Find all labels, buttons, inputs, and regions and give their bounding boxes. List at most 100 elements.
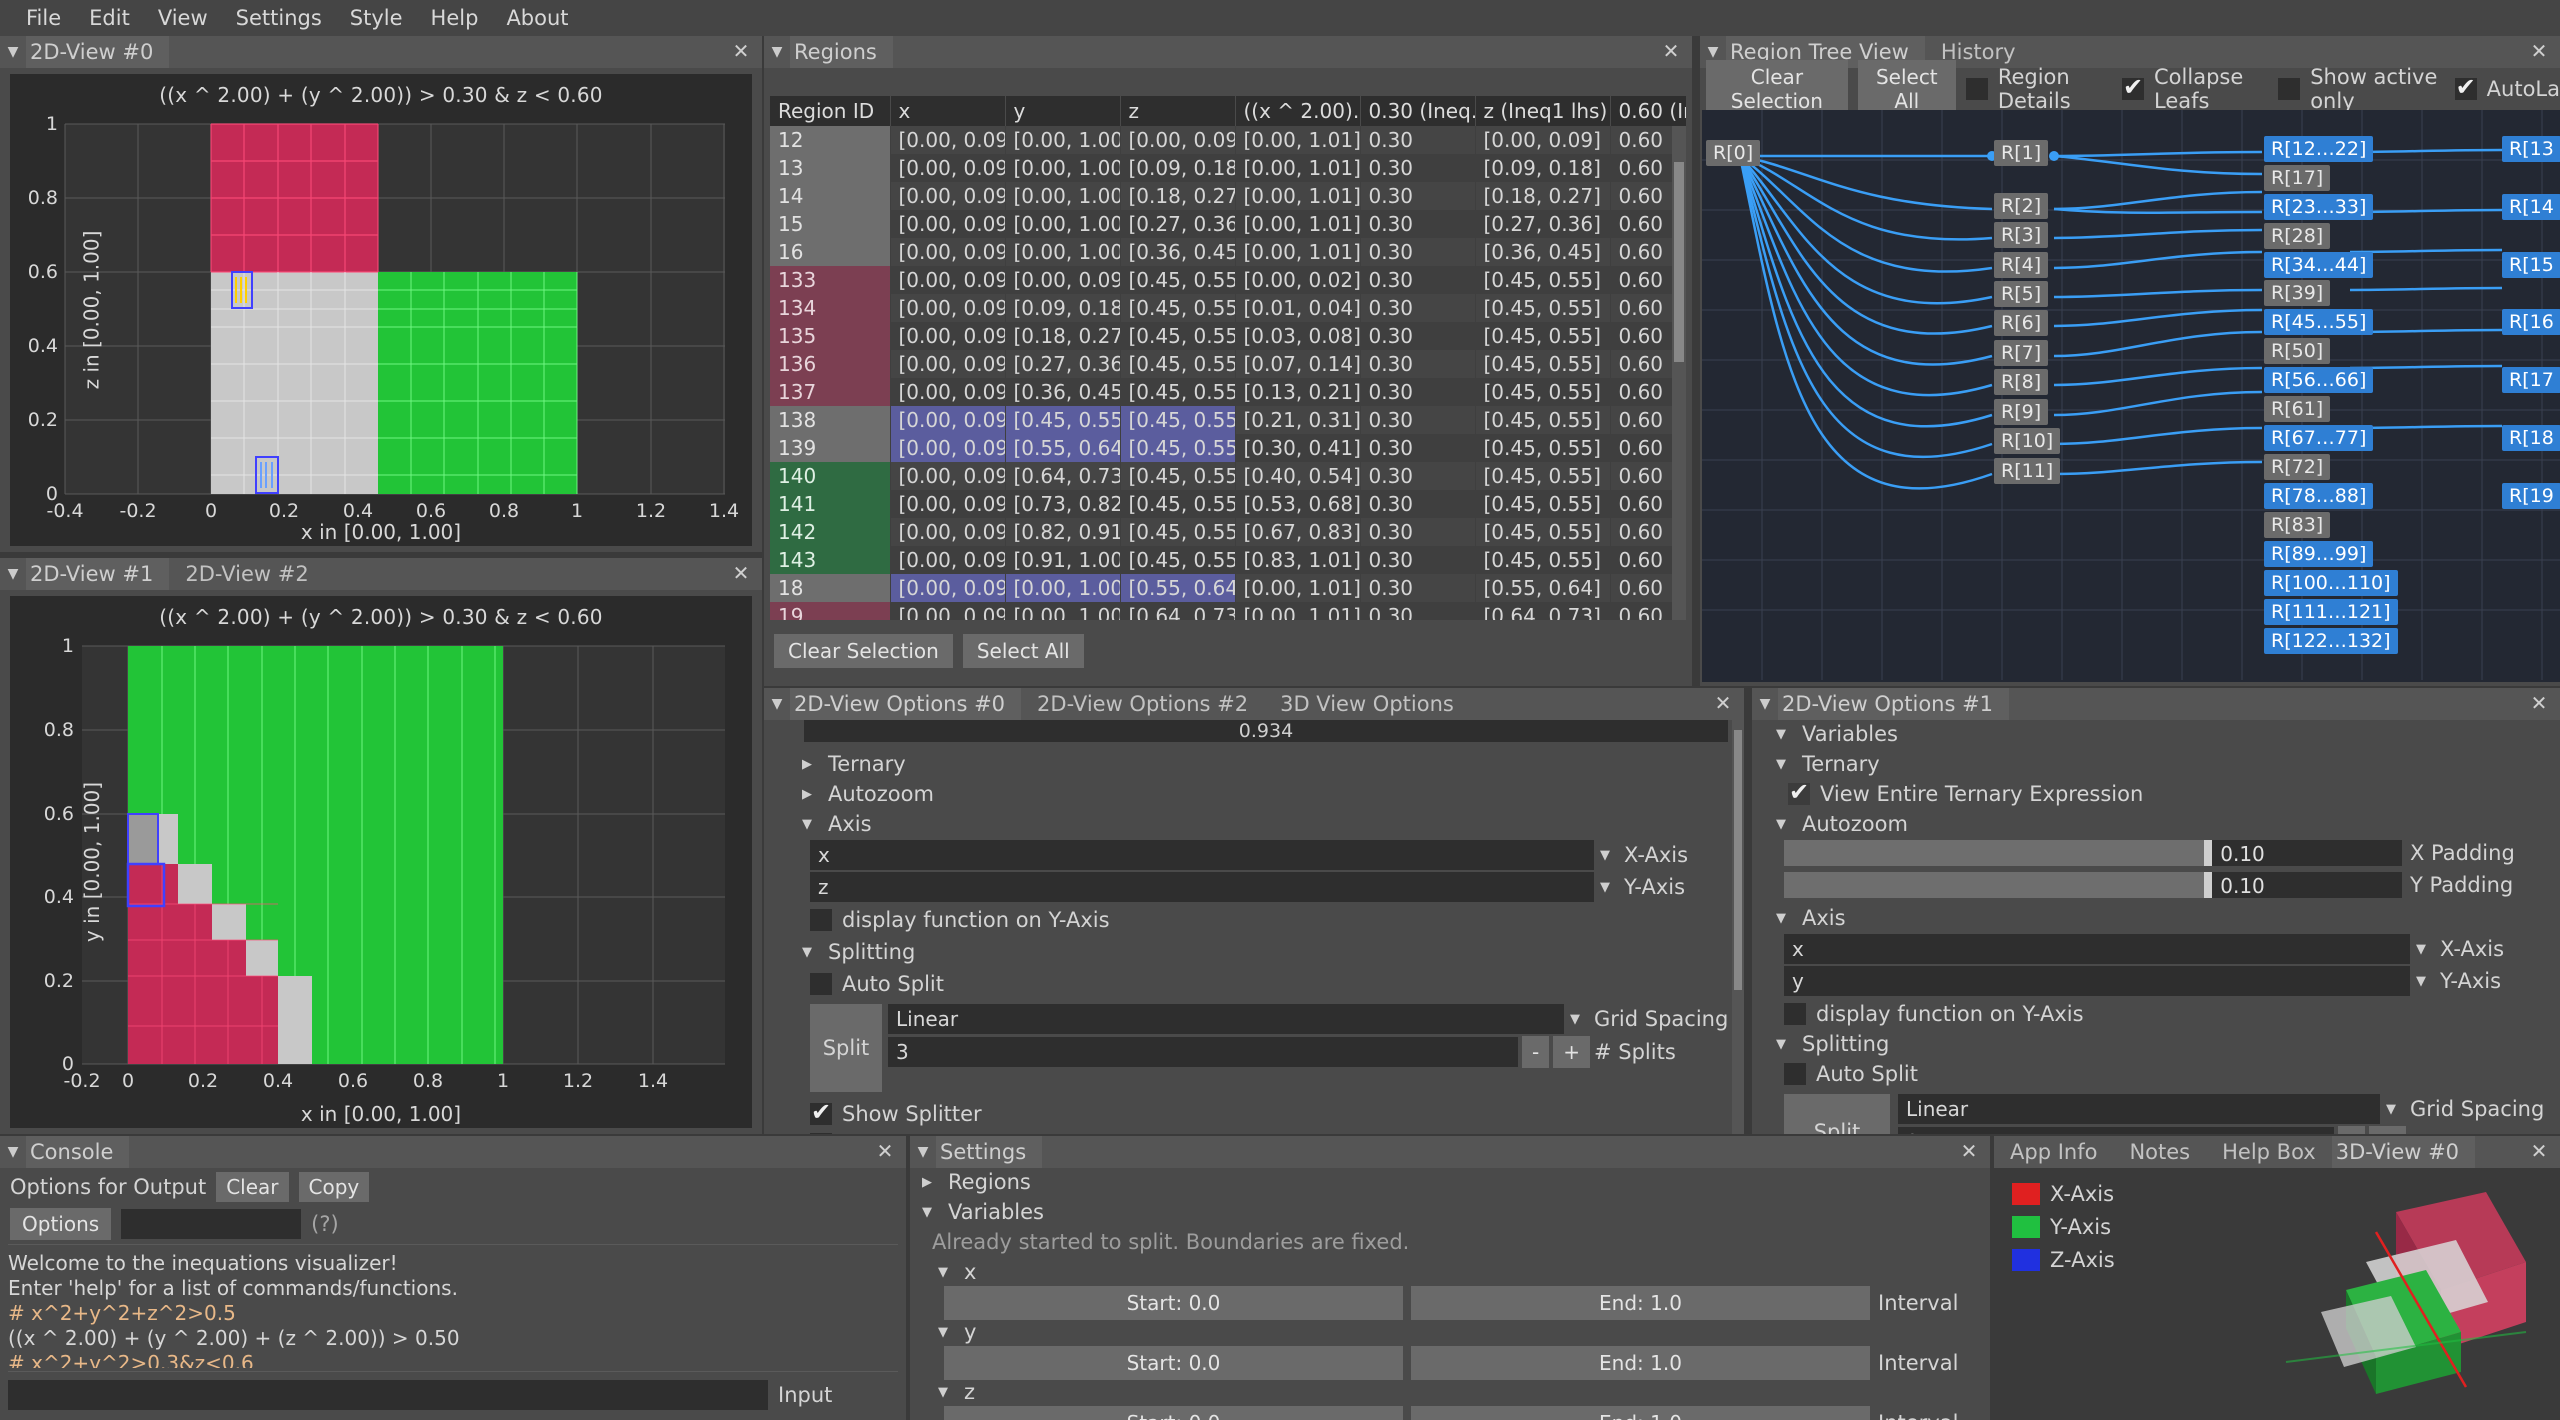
table-row[interactable]: 19 [0.00, 0.09] [0.00, 1.00] [0.64, 0.73] [0… xyxy=(770,602,1686,620)
cell[interactable]: 0.30 xyxy=(1360,602,1476,620)
cell[interactable]: [0.00, 0.09] xyxy=(890,126,1006,154)
chevron-down-icon[interactable]: ▼ xyxy=(2386,1102,2404,1117)
cell[interactable]: [0.00, 1.00] xyxy=(1005,602,1121,620)
variables-group[interactable]: ▼ Variables xyxy=(1776,722,1898,746)
cell[interactable]: [0.82, 0.91] xyxy=(1005,518,1121,546)
cell[interactable]: [0.73, 0.82] xyxy=(1005,490,1121,518)
cell-region-id[interactable]: 134 xyxy=(770,294,891,322)
tab-2d-view-1[interactable]: 2D-View #1 xyxy=(26,558,170,590)
table-row[interactable]: 18 [0.00, 0.09] [0.00, 1.00] [0.55, 0.64] [0… xyxy=(770,574,1686,602)
menu-file[interactable]: File xyxy=(12,2,75,34)
cell[interactable]: [0.55, 0.64] xyxy=(1475,574,1611,602)
col-ineq0-rhs[interactable]: 0.30 (Ineq… xyxy=(1360,96,1476,126)
cell[interactable]: [0.13, 0.21] xyxy=(1235,378,1361,406)
var-x-start-field[interactable]: Start: 0.0 xyxy=(944,1286,1403,1320)
cell[interactable]: [0.09, 0.18] xyxy=(1475,154,1611,182)
menu-settings[interactable]: Settings xyxy=(222,2,336,34)
cell[interactable]: [0.00, 0.09] xyxy=(890,406,1006,434)
console-options-button[interactable]: Options xyxy=(10,1208,112,1240)
console-options-input[interactable] xyxy=(121,1209,302,1239)
cell[interactable]: [0.00, 0.09] xyxy=(890,574,1006,602)
auto-split-checkbox[interactable] xyxy=(1784,1063,1806,1085)
cell[interactable]: [0.00, 1.00] xyxy=(1005,126,1121,154)
tree-node-selected[interactable]: R[56…66] xyxy=(2264,367,2374,393)
display-function-checkbox[interactable] xyxy=(1784,1003,1806,1025)
cell-region-id[interactable]: 15 xyxy=(770,210,891,238)
cell[interactable]: [0.45, 0.55] xyxy=(1005,406,1121,434)
var-z-end-field[interactable]: End: 1.0 xyxy=(1411,1406,1870,1420)
cell[interactable]: [0.00, 1.00] xyxy=(1005,182,1121,210)
dock-arrow-icon[interactable]: ▼ xyxy=(0,1144,26,1160)
cell[interactable]: [0.45, 0.55] xyxy=(1120,490,1236,518)
tree-node[interactable]: R[83] xyxy=(2264,512,2331,538)
x-padding-slider-handle[interactable] xyxy=(2204,840,2213,866)
col-region-id[interactable]: Region ID xyxy=(770,96,891,126)
cell[interactable]: [0.18, 0.27] xyxy=(1475,182,1611,210)
tree-node-selected[interactable]: R[12…22] xyxy=(2264,136,2374,162)
tree-node[interactable]: R[9] xyxy=(1994,399,2049,425)
cell[interactable]: [0.55, 0.64] xyxy=(1005,434,1121,462)
col-x[interactable]: x xyxy=(890,96,1006,126)
y-axis-input[interactable] xyxy=(810,872,1594,902)
tree-node[interactable]: R[72] xyxy=(2264,454,2331,480)
close-icon[interactable]: ✕ xyxy=(730,40,752,62)
cell[interactable]: [0.00, 0.02] xyxy=(1235,266,1361,294)
tree-node-root[interactable]: R[0] xyxy=(1706,140,1761,166)
console-input[interactable] xyxy=(8,1380,768,1410)
tree-node[interactable]: R[8] xyxy=(1994,369,2049,395)
x-axis-input[interactable] xyxy=(810,840,1594,870)
cell[interactable]: [0.00, 0.09] xyxy=(890,490,1006,518)
tab-app-info[interactable]: App Info xyxy=(1994,1136,2113,1168)
table-row[interactable]: 143 [0.00, 0.09] [0.91, 1.00] [0.45, 0.55][… xyxy=(770,546,1686,574)
tree-node[interactable]: R[6] xyxy=(1994,310,2049,336)
splits-decrement-button[interactable]: - xyxy=(1522,1036,1550,1068)
cell-region-id[interactable]: 136 xyxy=(770,350,891,378)
cell-region-id[interactable]: 12 xyxy=(770,126,891,154)
settings-regions-group[interactable]: ▶ Regions xyxy=(922,1170,1031,1194)
cell[interactable]: [0.21, 0.31] xyxy=(1235,406,1361,434)
cell[interactable]: [0.36, 0.45] xyxy=(1120,238,1236,266)
cell-region-id[interactable]: 141 xyxy=(770,490,891,518)
var-x-group[interactable]: ▼ x xyxy=(938,1260,976,1284)
cell[interactable]: [0.00, 0.09] xyxy=(890,294,1006,322)
cell[interactable]: [0.45, 0.55] xyxy=(1120,266,1236,294)
tab-2d-view-options-0[interactable]: 2D-View Options #0 xyxy=(790,688,1022,720)
tree-node-selected[interactable]: R[13 xyxy=(2502,136,2560,162)
cell[interactable]: 0.30 xyxy=(1360,378,1476,406)
cell[interactable]: [0.00, 0.09] xyxy=(890,210,1006,238)
tree-node[interactable]: R[28] xyxy=(2264,223,2331,249)
autozoom-group[interactable]: ▶ Autozoom xyxy=(802,782,934,806)
table-row[interactable]: 14 [0.00, 0.09] [0.00, 1.00] [0.18, 0.27] [0… xyxy=(770,182,1686,210)
tree-node-selected[interactable]: R[34…44] xyxy=(2264,252,2374,278)
grid-spacing-select[interactable] xyxy=(1898,1094,2380,1124)
tree-node[interactable]: R[3] xyxy=(1994,222,2049,248)
console-clear-button[interactable]: Clear xyxy=(216,1172,289,1202)
cell[interactable]: [0.27, 0.36] xyxy=(1475,210,1611,238)
cell[interactable]: 0.30 xyxy=(1360,238,1476,266)
close-icon[interactable]: ✕ xyxy=(2528,692,2550,714)
chevron-down-icon[interactable]: ▼ xyxy=(1570,1012,1588,1027)
show-active-only-checkbox[interactable] xyxy=(2278,78,2301,100)
table-row[interactable]: 135 [0.00, 0.09] [0.18, 0.27] [0.45, 0.55][… xyxy=(770,322,1686,350)
cell[interactable]: 0.30 xyxy=(1360,490,1476,518)
menu-edit[interactable]: Edit xyxy=(75,2,144,34)
cell[interactable]: [0.45, 0.55] xyxy=(1475,434,1611,462)
collapse-leafs-checkbox[interactable] xyxy=(2122,73,2145,101)
cell[interactable]: 0.30 xyxy=(1360,182,1476,210)
var-z-group[interactable]: ▼ z xyxy=(938,1380,975,1404)
dock-arrow-icon[interactable]: ▼ xyxy=(0,44,26,60)
var-x-end-field[interactable]: End: 1.0 xyxy=(1411,1286,1870,1320)
table-row[interactable]: 138 [0.00, 0.09] [0.45, 0.55] [0.45, 0.55][… xyxy=(770,406,1686,434)
col-ineq1-lhs[interactable]: z (Ineq1 lhs) xyxy=(1475,96,1611,126)
col-z[interactable]: z xyxy=(1120,96,1236,126)
cell[interactable]: [0.00, 0.09] xyxy=(890,266,1006,294)
autozoom-group[interactable]: ▼ Autozoom xyxy=(1776,812,1908,836)
cell[interactable]: [0.67, 0.83] xyxy=(1235,518,1361,546)
tree-node-selected[interactable]: R[19 xyxy=(2502,483,2560,509)
tab-2d-view-options-2[interactable]: 2D-View Options #2 xyxy=(1021,688,1264,720)
cell[interactable]: 0.30 xyxy=(1360,154,1476,182)
var-y-end-field[interactable]: End: 1.0 xyxy=(1411,1346,1870,1380)
cell-region-id[interactable]: 138 xyxy=(770,406,891,434)
tree-node[interactable]: R[1] xyxy=(1994,140,2049,166)
tree-node-selected[interactable]: R[16 xyxy=(2502,309,2560,335)
